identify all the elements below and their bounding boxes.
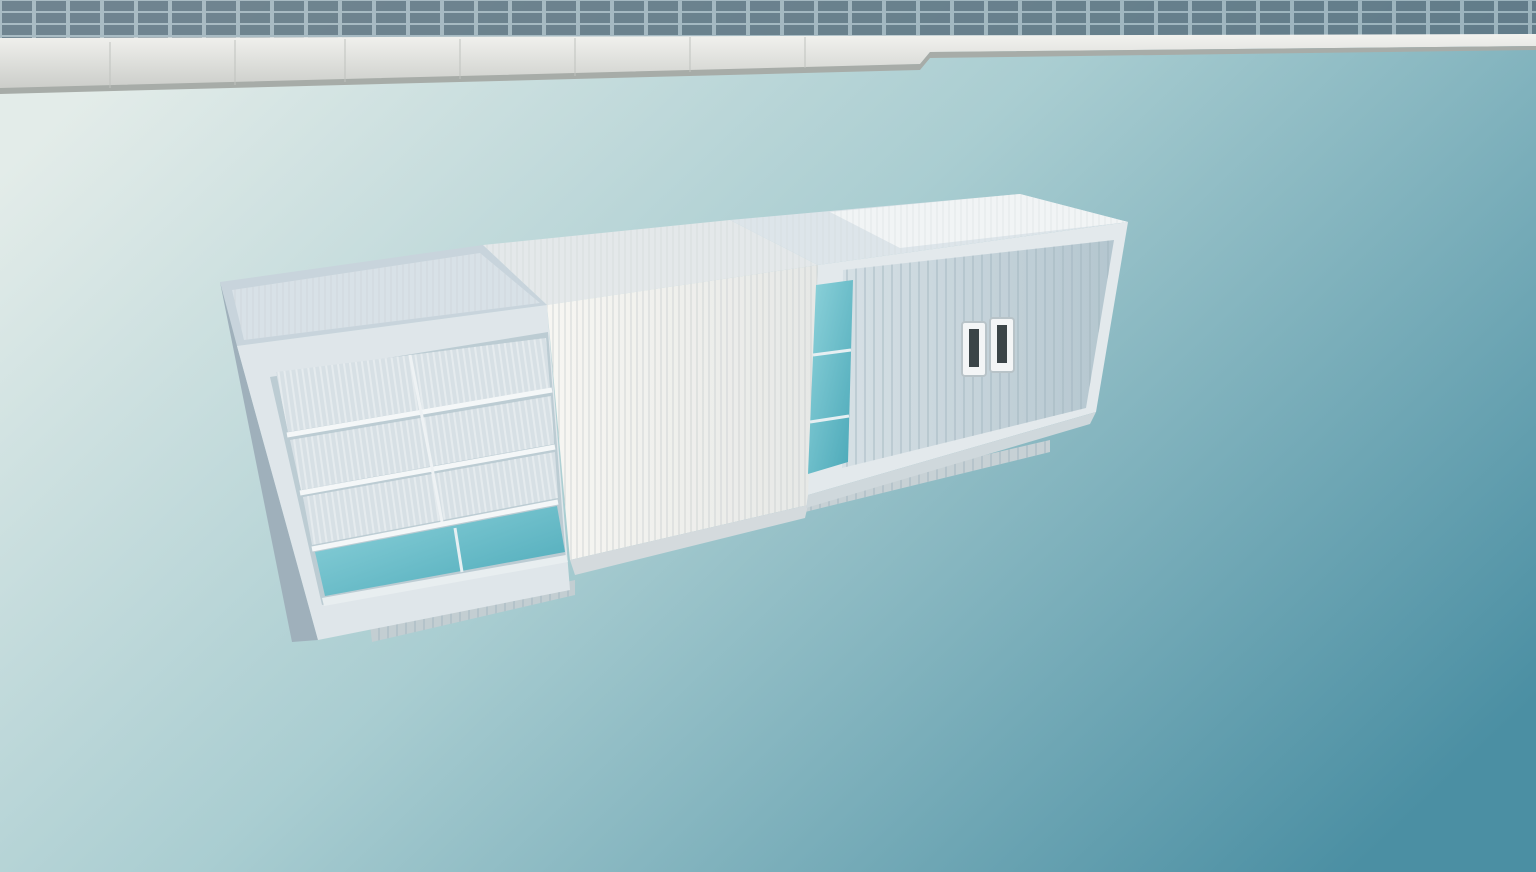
photo-canvas xyxy=(0,0,1536,872)
photo-scene xyxy=(0,0,1536,872)
